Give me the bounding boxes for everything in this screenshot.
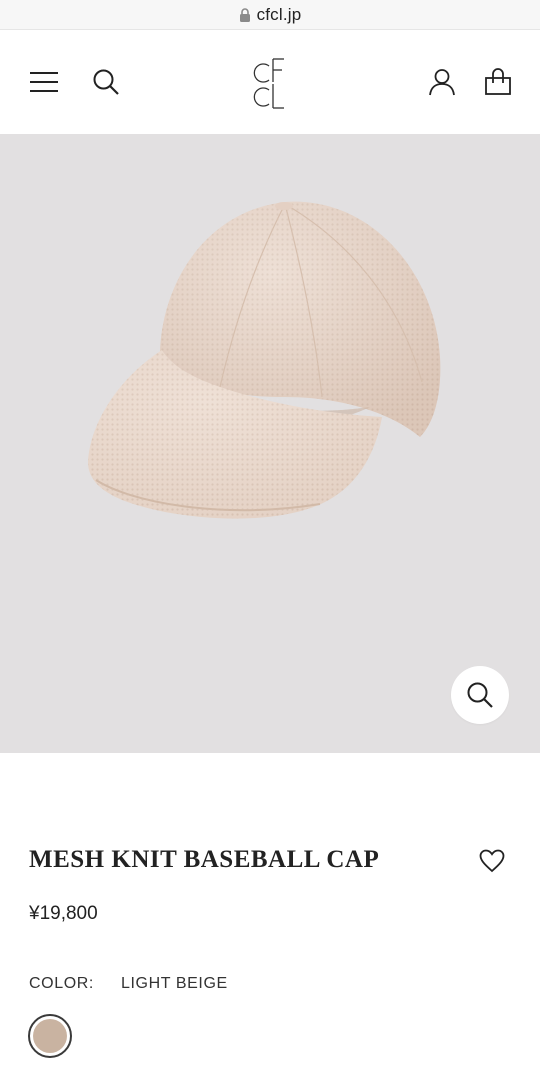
- account-button[interactable]: [422, 62, 462, 102]
- shopping-bag-icon: [485, 68, 511, 95]
- browser-url: cfcl.jp: [256, 4, 302, 24]
- shopping-bag-button[interactable]: [478, 62, 518, 102]
- color-selection-row: COLOR: LIGHT BEIGE: [29, 975, 228, 993]
- site-header: [0, 30, 540, 134]
- zoom-button[interactable]: [451, 666, 509, 724]
- color-swatch-light-beige[interactable]: [28, 1014, 72, 1058]
- product-price: ¥19,800: [29, 903, 98, 924]
- color-label: COLOR:: [29, 975, 94, 992]
- mesh-knit-cap-image: [88, 201, 441, 519]
- favorite-button[interactable]: [476, 845, 508, 877]
- cfcl-logo-mark: [253, 58, 284, 109]
- browser-url-bar[interactable]: cfcl.jp: [0, 0, 540, 30]
- product-image[interactable]: [0, 134, 540, 753]
- menu-button[interactable]: [24, 62, 64, 102]
- zoom-search-icon: [467, 682, 493, 708]
- user-icon: [429, 69, 455, 96]
- cfcl-logo[interactable]: [240, 56, 300, 112]
- hamburger-menu-icon: [30, 72, 58, 92]
- swatch-fill: [33, 1019, 67, 1053]
- lock-icon: [239, 7, 250, 22]
- product-title: MESH KNIT BASEBALL CAP: [29, 846, 380, 873]
- search-icon: [93, 69, 119, 95]
- search-button[interactable]: [86, 62, 126, 102]
- heart-icon: [479, 849, 505, 873]
- color-value: LIGHT BEIGE: [121, 975, 228, 992]
